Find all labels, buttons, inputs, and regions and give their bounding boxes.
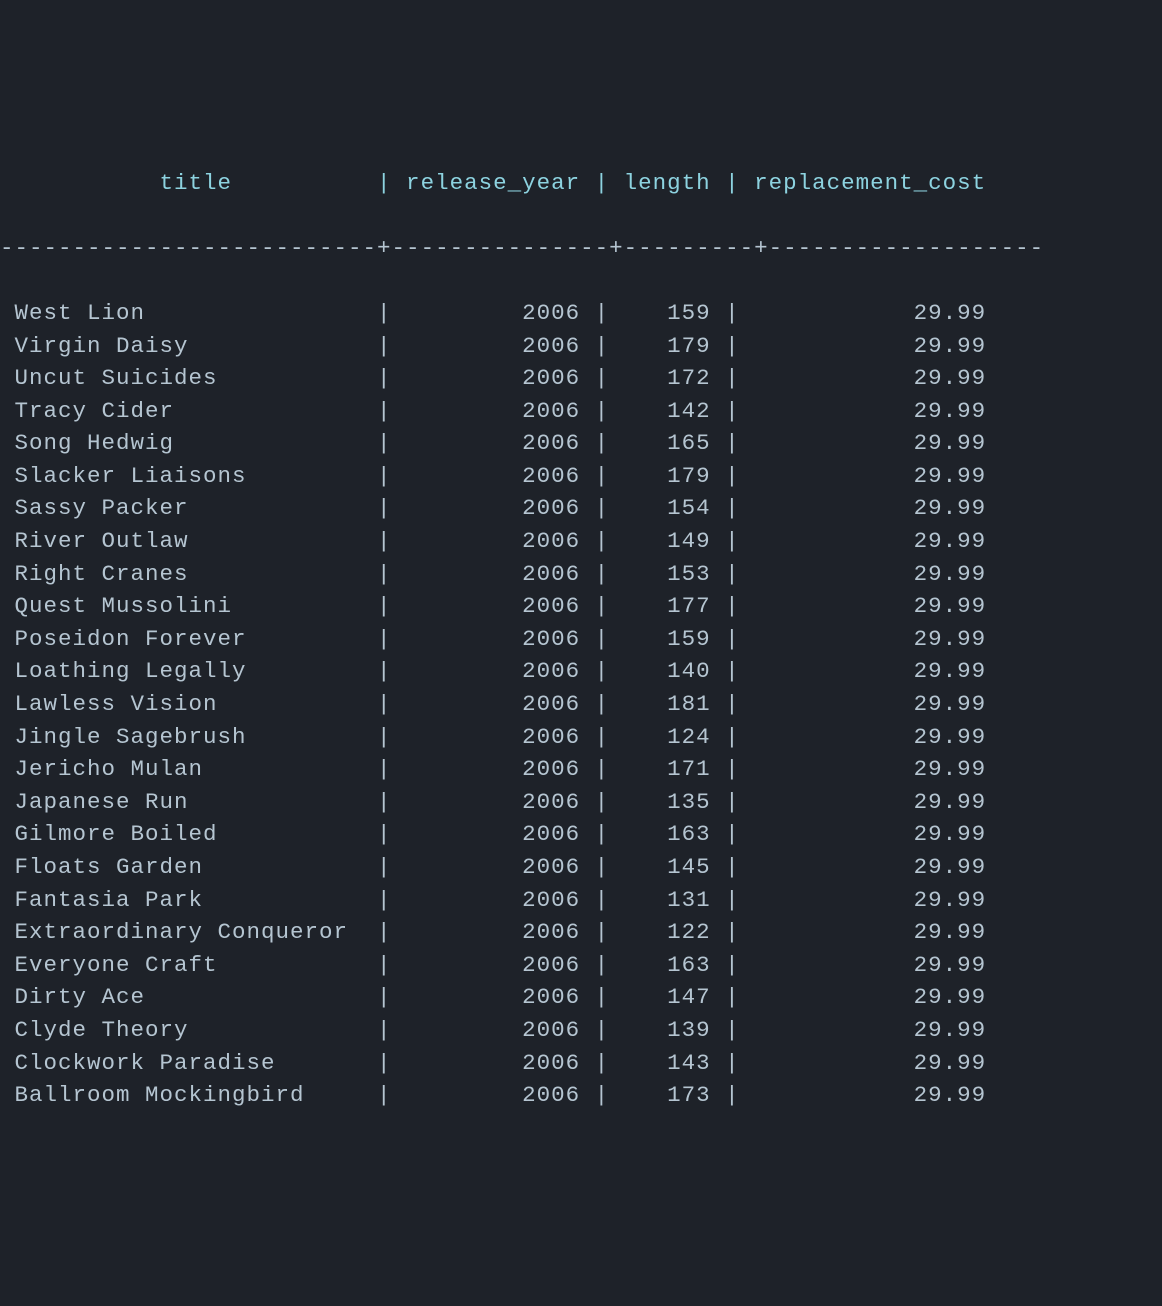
table-row: Sassy Packer | 2006 | 154 | 29.99 xyxy=(0,492,1162,525)
table-row: Ballroom Mockingbird | 2006 | 173 | 29.9… xyxy=(0,1079,1162,1112)
table-row: Slacker Liaisons | 2006 | 179 | 29.99 xyxy=(0,460,1162,493)
separator-row: --------------------------+-------------… xyxy=(0,232,1162,265)
table-row: Extraordinary Conqueror | 2006 | 122 | 2… xyxy=(0,916,1162,949)
table-row: Japanese Run | 2006 | 135 | 29.99 xyxy=(0,786,1162,819)
table-row: Lawless Vision | 2006 | 181 | 29.99 xyxy=(0,688,1162,721)
table-row: Poseidon Forever | 2006 | 159 | 29.99 xyxy=(0,623,1162,656)
table-row: Everyone Craft | 2006 | 163 | 29.99 xyxy=(0,949,1162,982)
table-row: Jericho Mulan | 2006 | 171 | 29.99 xyxy=(0,753,1162,786)
table-row: Gilmore Boiled | 2006 | 163 | 29.99 xyxy=(0,818,1162,851)
table-row: Quest Mussolini | 2006 | 177 | 29.99 xyxy=(0,590,1162,623)
terminal-output: title | release_year | length | replacem… xyxy=(0,135,1162,1145)
table-row: Uncut Suicides | 2006 | 172 | 29.99 xyxy=(0,362,1162,395)
table-body: West Lion | 2006 | 159 | 29.99 Virgin Da… xyxy=(0,297,1162,1112)
table-row: Floats Garden | 2006 | 145 | 29.99 xyxy=(0,851,1162,884)
table-row: Fantasia Park | 2006 | 131 | 29.99 xyxy=(0,884,1162,917)
table-row: Virgin Daisy | 2006 | 179 | 29.99 xyxy=(0,330,1162,363)
table-row: Clyde Theory | 2006 | 139 | 29.99 xyxy=(0,1014,1162,1047)
table-row: Loathing Legally | 2006 | 140 | 29.99 xyxy=(0,655,1162,688)
header-row: title | release_year | length | replacem… xyxy=(0,167,1162,200)
table-row: River Outlaw | 2006 | 149 | 29.99 xyxy=(0,525,1162,558)
table-row: West Lion | 2006 | 159 | 29.99 xyxy=(0,297,1162,330)
table-row: Clockwork Paradise | 2006 | 143 | 29.99 xyxy=(0,1047,1162,1080)
table-row: Dirty Ace | 2006 | 147 | 29.99 xyxy=(0,981,1162,1014)
table-row: Tracy Cider | 2006 | 142 | 29.99 xyxy=(0,395,1162,428)
table-row: Right Cranes | 2006 | 153 | 29.99 xyxy=(0,558,1162,591)
table-row: Song Hedwig | 2006 | 165 | 29.99 xyxy=(0,427,1162,460)
table-row: Jingle Sagebrush | 2006 | 124 | 29.99 xyxy=(0,721,1162,754)
